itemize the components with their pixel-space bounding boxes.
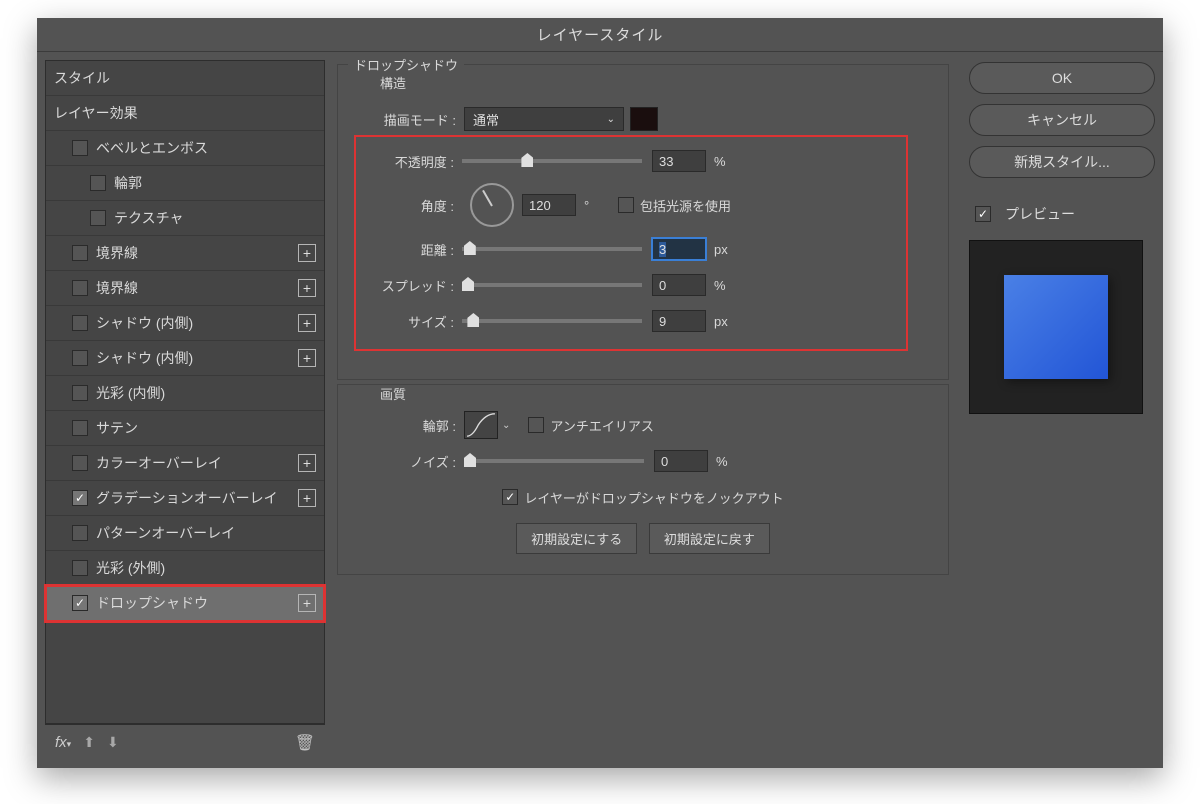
noise-input[interactable]: 0 bbox=[654, 450, 708, 472]
size-field: サイズ : 9 px bbox=[356, 305, 898, 337]
chevron-down-icon[interactable]: ⌄ bbox=[502, 420, 510, 431]
make-default-button[interactable]: 初期設定にする bbox=[516, 523, 637, 554]
checkbox[interactable] bbox=[72, 455, 88, 471]
contour-picker[interactable] bbox=[464, 411, 498, 439]
add-icon[interactable]: + bbox=[298, 314, 316, 332]
fx-menu-icon[interactable]: fx▾ bbox=[55, 734, 71, 751]
ok-button[interactable]: OK bbox=[969, 62, 1155, 94]
add-icon[interactable]: + bbox=[298, 279, 316, 297]
styles-header[interactable]: スタイル bbox=[46, 61, 324, 96]
checkbox[interactable] bbox=[72, 490, 88, 506]
antialias-checkbox[interactable] bbox=[528, 417, 544, 433]
new-style-button[interactable]: 新規スタイル... bbox=[969, 146, 1155, 178]
preview-square bbox=[1004, 275, 1108, 379]
settings-panel: ドロップシャドウ 構造 描画モード : 通常⌄ 不透明度 : 33 % bbox=[333, 60, 961, 760]
shadow-color-swatch[interactable] bbox=[630, 107, 658, 131]
preview-thumbnail bbox=[969, 240, 1143, 414]
opacity-field: 不透明度 : 33 % bbox=[356, 145, 898, 177]
distance-input[interactable]: 3 bbox=[652, 238, 706, 260]
checkbox[interactable] bbox=[72, 280, 88, 296]
layer-style-dialog: レイヤースタイル スタイル レイヤー効果 ベベルとエンボス 輪郭 テクスチャ 境… bbox=[37, 18, 1163, 768]
section-heading: ドロップシャドウ bbox=[348, 55, 464, 74]
checkbox[interactable] bbox=[72, 350, 88, 366]
effect-inner-shadow-1[interactable]: シャドウ (内側)+ bbox=[46, 306, 324, 341]
effect-bevel-emboss[interactable]: ベベルとエンボス bbox=[46, 131, 324, 166]
structure-section: ドロップシャドウ 構造 描画モード : 通常⌄ 不透明度 : 33 % bbox=[337, 64, 949, 380]
size-slider[interactable] bbox=[462, 319, 642, 323]
preview-checkbox[interactable] bbox=[975, 206, 991, 222]
checkbox[interactable] bbox=[72, 315, 88, 331]
add-icon[interactable]: + bbox=[298, 489, 316, 507]
effect-outer-glow[interactable]: 光彩 (外側) bbox=[46, 551, 324, 586]
add-icon[interactable]: + bbox=[298, 244, 316, 262]
effects-sidebar: スタイル レイヤー効果 ベベルとエンボス 輪郭 テクスチャ 境界線+ 境界線+ … bbox=[45, 60, 325, 760]
effect-contour[interactable]: 輪郭 bbox=[46, 166, 324, 201]
preview-toggle[interactable]: プレビュー bbox=[975, 204, 1155, 224]
quality-section: 画質 輪郭 : ⌄ アンチエイリアス ノイズ : bbox=[337, 384, 949, 575]
blending-options[interactable]: レイヤー効果 bbox=[46, 96, 324, 131]
contour-field: 輪郭 : ⌄ アンチエイリアス bbox=[358, 409, 928, 441]
effect-inner-glow[interactable]: 光彩 (内側) bbox=[46, 376, 324, 411]
noise-slider[interactable] bbox=[464, 459, 644, 463]
effect-drop-shadow[interactable]: ドロップシャドウ+ bbox=[46, 586, 324, 621]
effect-pattern-overlay[interactable]: パターンオーバーレイ bbox=[46, 516, 324, 551]
add-icon[interactable]: + bbox=[298, 349, 316, 367]
effect-inner-shadow-2[interactable]: シャドウ (内側)+ bbox=[46, 341, 324, 376]
angle-field: 角度 : 120 ° 包括光源を使用 bbox=[356, 181, 898, 229]
move-up-icon[interactable]: ⬆ bbox=[83, 734, 95, 751]
checkbox[interactable] bbox=[72, 525, 88, 541]
move-down-icon[interactable]: ⬇ bbox=[107, 734, 119, 751]
chevron-down-icon: ⌄ bbox=[607, 114, 615, 125]
checkbox[interactable] bbox=[72, 420, 88, 436]
spread-input[interactable]: 0 bbox=[652, 274, 706, 296]
blend-mode-select[interactable]: 通常⌄ bbox=[464, 107, 624, 131]
highlighted-params: 不透明度 : 33 % 角度 : 120 ° 包括光源を使用 bbox=[354, 135, 908, 351]
checkbox[interactable] bbox=[90, 175, 106, 191]
distance-slider[interactable] bbox=[462, 247, 642, 251]
effect-gradient-overlay[interactable]: グラデーションオーバーレイ+ bbox=[46, 481, 324, 516]
knockout-field: レイヤーがドロップシャドウをノックアウト bbox=[358, 481, 928, 513]
effect-stroke-2[interactable]: 境界線+ bbox=[46, 271, 324, 306]
checkbox[interactable] bbox=[72, 595, 88, 611]
global-light-checkbox[interactable] bbox=[618, 197, 634, 213]
effect-texture[interactable]: テクスチャ bbox=[46, 201, 324, 236]
checkbox[interactable] bbox=[72, 385, 88, 401]
checkbox[interactable] bbox=[90, 210, 106, 226]
sidebar-footer: fx▾ ⬆ ⬇ 🗑 bbox=[45, 724, 325, 760]
opacity-slider[interactable] bbox=[462, 159, 642, 163]
titlebar: レイヤースタイル bbox=[37, 18, 1163, 52]
knockout-checkbox[interactable] bbox=[502, 489, 518, 505]
effect-satin[interactable]: サテン bbox=[46, 411, 324, 446]
spread-field: スプレッド : 0 % bbox=[356, 269, 898, 301]
reset-default-button[interactable]: 初期設定に戻す bbox=[649, 523, 770, 554]
angle-input[interactable]: 120 bbox=[522, 194, 576, 216]
effect-stroke-1[interactable]: 境界線+ bbox=[46, 236, 324, 271]
cancel-button[interactable]: キャンセル bbox=[969, 104, 1155, 136]
noise-field: ノイズ : 0 % bbox=[358, 445, 928, 477]
trash-icon[interactable]: 🗑 bbox=[295, 733, 315, 753]
distance-field: 距離 : 3 px bbox=[356, 233, 898, 265]
effect-color-overlay[interactable]: カラーオーバーレイ+ bbox=[46, 446, 324, 481]
checkbox[interactable] bbox=[72, 245, 88, 261]
checkbox[interactable] bbox=[72, 560, 88, 576]
add-icon[interactable]: + bbox=[298, 454, 316, 472]
checkbox[interactable] bbox=[72, 140, 88, 156]
action-panel: OK キャンセル 新規スタイル... プレビュー bbox=[969, 60, 1155, 760]
window-title: レイヤースタイル bbox=[537, 24, 664, 45]
angle-dial[interactable] bbox=[470, 183, 514, 227]
size-input[interactable]: 9 bbox=[652, 310, 706, 332]
blend-mode-field: 描画モード : 通常⌄ bbox=[358, 103, 928, 135]
spread-slider[interactable] bbox=[462, 283, 642, 287]
opacity-input[interactable]: 33 bbox=[652, 150, 706, 172]
add-icon[interactable]: + bbox=[298, 594, 316, 612]
